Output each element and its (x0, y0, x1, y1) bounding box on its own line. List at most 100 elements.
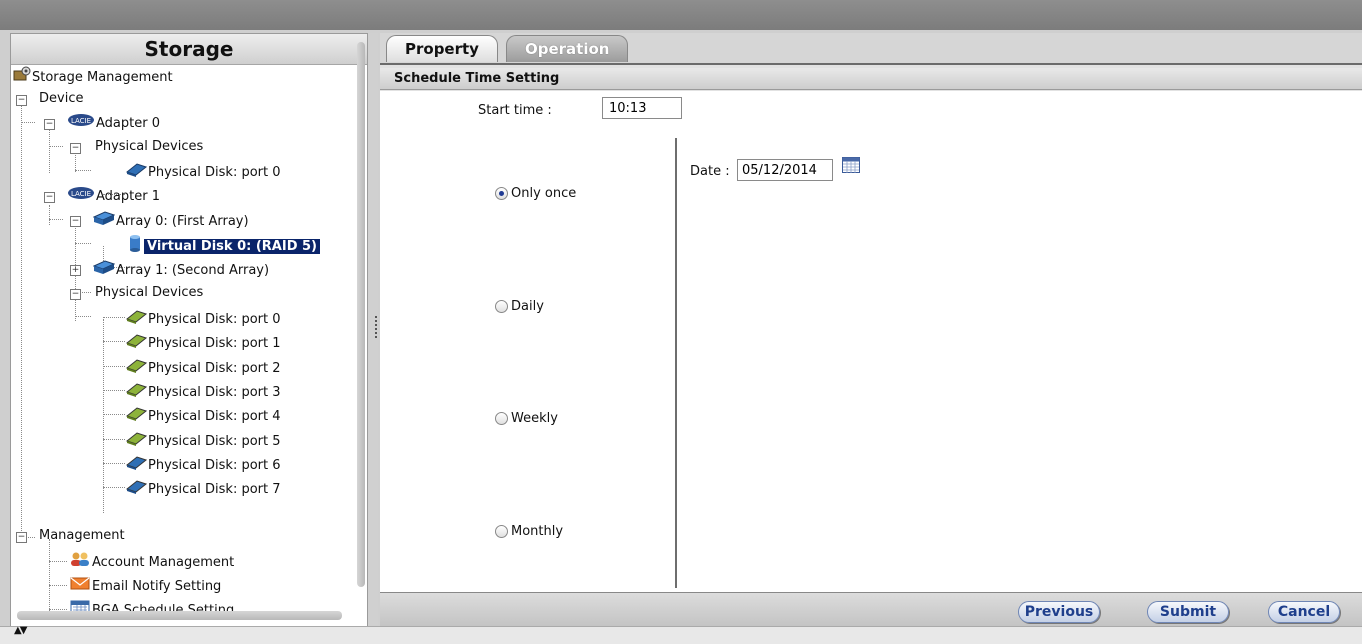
radio-weekly[interactable]: Weekly (495, 411, 558, 426)
virtual-disk-icon (127, 234, 143, 259)
start-time-label: Start time : (478, 103, 552, 118)
form-footer: Previous Submit Cancel (380, 592, 1362, 626)
tree-label: Physical Disk: port 4 (148, 409, 281, 425)
tree-item-storage-management[interactable]: Storage Management (13, 66, 173, 86)
vertical-divider (675, 138, 677, 588)
array-icon (92, 259, 116, 282)
tree-label: Device (39, 91, 84, 106)
tree-label: Physical Disk: port 0 (148, 312, 281, 327)
green-disk-icon (125, 332, 148, 355)
tree-item-physical-disk[interactable]: Physical Disk: port 4 (125, 405, 281, 425)
tree-item-email-notify[interactable]: Email Notify Setting (69, 575, 221, 595)
array-icon (92, 210, 116, 233)
collapse-toggle-icon[interactable]: − (44, 192, 55, 203)
collapse-toggle-icon[interactable]: − (70, 143, 81, 154)
tree-item-physical-devices[interactable]: Physical Devices (95, 283, 203, 303)
tree-label: Physical Disk: port 5 (148, 433, 281, 449)
main-panel: Property Operation Schedule Time Setting… (380, 33, 1362, 626)
tree-item-physical-devices[interactable]: Physical Devices (95, 137, 203, 157)
radio-unselected-icon (495, 525, 508, 538)
users-icon (69, 551, 91, 574)
tree-label: Physical Disk: port 1 (148, 336, 281, 352)
tree-label: Adapter 1 (96, 189, 160, 204)
tree-item-physical-disk[interactable]: Physical Disk: port 3 (125, 381, 281, 401)
tree-label: Physical Disk: port 6 (148, 457, 281, 473)
radio-label: Daily (511, 299, 544, 314)
window-title-bar (0, 0, 1362, 30)
tree-label: Array 1: (Second Array) (116, 263, 270, 278)
tree-item-array-0[interactable]: Array 0: (First Array) (92, 210, 249, 233)
radio-label: Weekly (511, 411, 558, 426)
horizontal-scrollbar[interactable] (17, 611, 342, 620)
tree-item-array-1[interactable]: Array 1: (Second Array) (92, 259, 270, 282)
previous-button[interactable]: Previous (1018, 601, 1100, 623)
vertical-scrollbar[interactable] (357, 42, 365, 587)
blue-disk-icon (125, 478, 148, 501)
tree-label: Management (39, 528, 125, 543)
cancel-button[interactable]: Cancel (1268, 601, 1340, 623)
tab-operation[interactable]: Operation (506, 35, 629, 62)
radio-monthly[interactable]: Monthly (495, 524, 563, 539)
tree-item-physical-disk[interactable]: Physical Disk: port 6 (125, 454, 281, 474)
tree-label: Physical Disk: port 2 (148, 360, 281, 376)
tree-item-device[interactable]: Device (39, 89, 83, 109)
section-title: Schedule Time Setting (380, 68, 1362, 90)
tree-item-physical-disk[interactable]: Physical Disk: port 1 (125, 332, 281, 352)
tab-bar: Property Operation (380, 33, 1362, 65)
green-disk-icon (125, 308, 148, 331)
expand-toggle-icon[interactable]: + (70, 265, 81, 276)
radio-label: Monthly (511, 524, 564, 539)
collapse-toggle-icon[interactable]: − (44, 119, 55, 130)
tree-item-management[interactable]: Management (39, 526, 125, 546)
tree-item-physical-disk[interactable]: Physical Disk: port 7 (125, 478, 281, 498)
tree-item-physical-disk[interactable]: Physical Disk: port 5 (125, 430, 281, 450)
start-time-input[interactable] (602, 97, 682, 119)
storage-panel-title: Storage (11, 34, 367, 65)
radio-unselected-icon (495, 412, 508, 425)
collapse-toggle-icon[interactable]: − (16, 532, 27, 543)
tree-label: Physical Disk: port 3 (148, 384, 281, 400)
tree-label: Physical Devices (95, 285, 204, 300)
tree-item-physical-disk[interactable]: Physical Disk: port 0 (125, 308, 281, 328)
green-disk-icon (125, 405, 148, 428)
tree-label: Adapter 0 (96, 116, 160, 131)
tree-item-virtual-disk-0[interactable]: Virtual Disk 0: (RAID 5) (127, 234, 321, 254)
tree-item-adapter-1[interactable]: LACIE Adapter 1 (67, 186, 160, 206)
radio-daily[interactable]: Daily (495, 299, 544, 314)
blue-disk-icon (125, 161, 148, 184)
tree-label: Storage Management (32, 70, 173, 85)
radio-selected-icon (495, 187, 508, 200)
collapse-arrows-icon[interactable]: ▲▼ (14, 625, 27, 636)
green-disk-icon (125, 357, 148, 380)
tree-label: Physical Disk: port 0 (148, 165, 281, 180)
splitter-grip-icon[interactable] (375, 316, 379, 338)
calendar-picker-icon[interactable] (842, 157, 860, 173)
submit-button[interactable]: Submit (1147, 601, 1229, 623)
tree-label: Array 0: (First Array) (116, 214, 249, 229)
radio-only-once[interactable]: Only once (495, 186, 576, 201)
collapse-toggle-icon[interactable]: − (16, 95, 27, 106)
date-input[interactable] (737, 159, 833, 181)
adapter-badge-icon: LACIE (67, 186, 95, 207)
tree-label: Account Management (92, 555, 235, 570)
status-strip: ▲▼ (0, 625, 1362, 644)
tree-item-physical-disk[interactable]: Physical Disk: port 0 (125, 161, 281, 181)
storage-tree: Storage Management − Device − LACIE Adap… (11, 65, 367, 619)
tree-label: Email Notify Setting (92, 579, 222, 594)
envelope-icon (69, 575, 91, 598)
collapse-toggle-icon[interactable]: − (70, 216, 81, 227)
tab-property[interactable]: Property (386, 35, 498, 62)
adapter-badge-icon: LACIE (67, 113, 95, 134)
collapse-toggle-icon[interactable]: − (70, 289, 81, 300)
radio-label: Only once (511, 186, 577, 201)
tree-label: Physical Disk: port 7 (148, 482, 281, 498)
tree-item-adapter-0[interactable]: LACIE Adapter 0 (67, 113, 160, 133)
tree-label: Physical Devices (95, 139, 204, 154)
svg-text:LACIE: LACIE (71, 117, 91, 125)
storage-panel: Storage Storage Management − Device − LA… (10, 33, 368, 627)
storage-management-icon (13, 66, 31, 89)
tree-item-physical-disk[interactable]: Physical Disk: port 2 (125, 357, 281, 377)
blue-disk-icon (125, 454, 148, 477)
green-disk-icon (125, 430, 148, 453)
tree-item-account-management[interactable]: Account Management (69, 551, 234, 571)
